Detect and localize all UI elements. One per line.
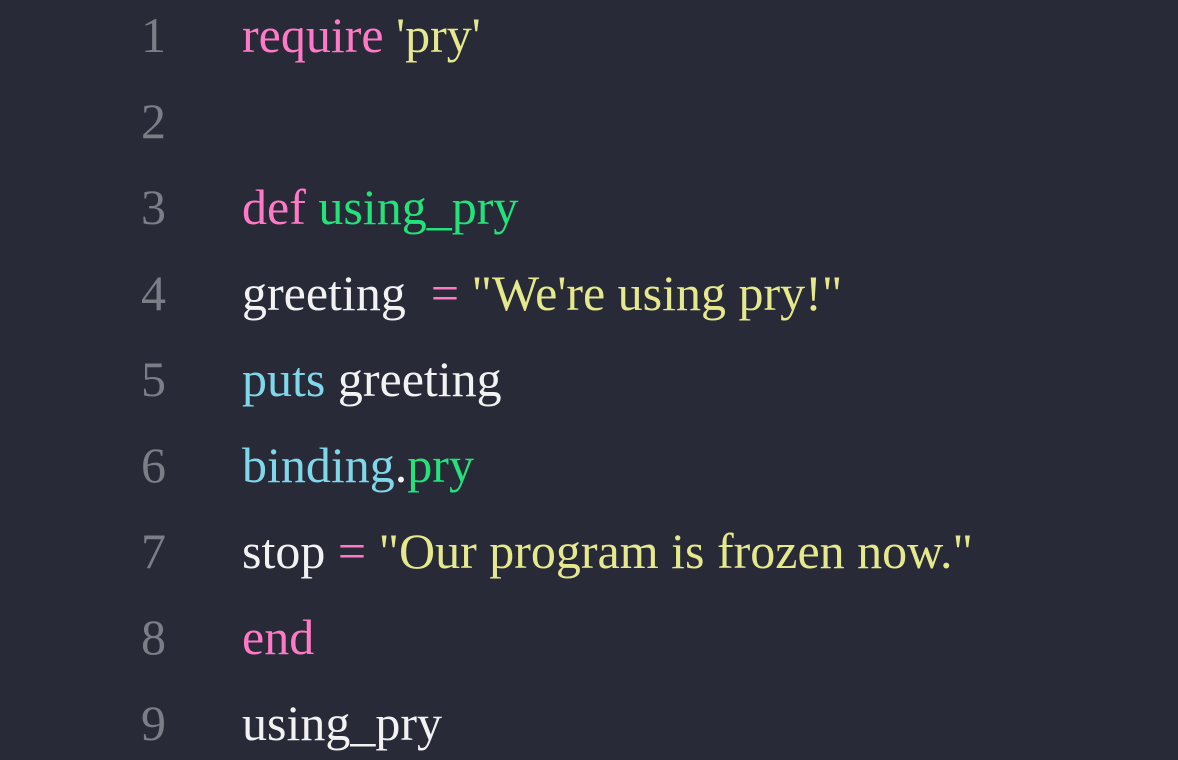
code-token-keyword: = [430, 265, 460, 321]
code-text[interactable]: binding.pry [242, 436, 474, 494]
code-line[interactable]: 1 require 'pry' [0, 6, 1178, 92]
code-text[interactable]: puts greeting [242, 350, 502, 408]
code-line[interactable]: 3 def using_pry [0, 178, 1178, 264]
line-number: 4 [141, 265, 166, 321]
code-line[interactable]: 9 using_pry [0, 694, 1178, 760]
line-number: 2 [141, 93, 166, 149]
line-number: 5 [141, 351, 166, 407]
code-text[interactable]: stop = "Our program is frozen now." [242, 522, 973, 580]
code-token-keyword: require [242, 7, 384, 63]
code-line[interactable]: 5 puts greeting [0, 350, 1178, 436]
code-line[interactable]: 6 binding.pry [0, 436, 1178, 522]
code-text[interactable]: end [242, 608, 314, 666]
code-token-keyword: = [337, 523, 367, 579]
code-token-builtin: binding [242, 437, 395, 493]
code-token-identifier [459, 265, 472, 321]
code-token-identifier [384, 7, 397, 63]
line-number: 9 [141, 695, 166, 751]
code-token-method: pry [407, 437, 474, 493]
line-number: 8 [141, 609, 166, 665]
code-line[interactable]: 7 stop = "Our program is frozen now." [0, 522, 1178, 608]
code-text[interactable]: greeting = "We're using pry!" [242, 264, 842, 322]
code-token-keyword: def [242, 179, 306, 235]
code-line[interactable]: 4 greeting = "We're using pry!" [0, 264, 1178, 350]
line-number: 7 [141, 523, 166, 579]
code-token-string: "We're using pry!" [471, 265, 843, 321]
code-line[interactable]: 2 [0, 92, 1178, 178]
code-text[interactable]: def using_pry [242, 178, 518, 236]
code-text[interactable]: using_pry [242, 694, 442, 752]
code-token-identifier: greeting [325, 351, 502, 407]
code-token-identifier: stop [242, 523, 338, 579]
line-number: 1 [141, 7, 166, 63]
code-token-identifier [366, 523, 379, 579]
code-token-identifier [306, 179, 319, 235]
code-token-builtin: puts [242, 351, 326, 407]
code-token-identifier: greeting [242, 265, 431, 321]
line-number: 6 [141, 437, 166, 493]
code-token-identifier: using_pry [242, 695, 442, 751]
code-text[interactable]: require 'pry' [242, 6, 481, 64]
code-token-string: "Our program is frozen now." [378, 523, 973, 579]
code-line[interactable]: 8 end [0, 608, 1178, 694]
code-token-identifier: . [394, 437, 408, 493]
code-editor[interactable]: 1 require 'pry' 2 3 def using_pry 4 greeting =… [0, 0, 1178, 760]
line-number: 3 [141, 179, 166, 235]
code-token-string: 'pry' [396, 7, 481, 63]
code-token-method: using_pry [318, 179, 519, 235]
code-token-keyword: end [242, 609, 315, 665]
